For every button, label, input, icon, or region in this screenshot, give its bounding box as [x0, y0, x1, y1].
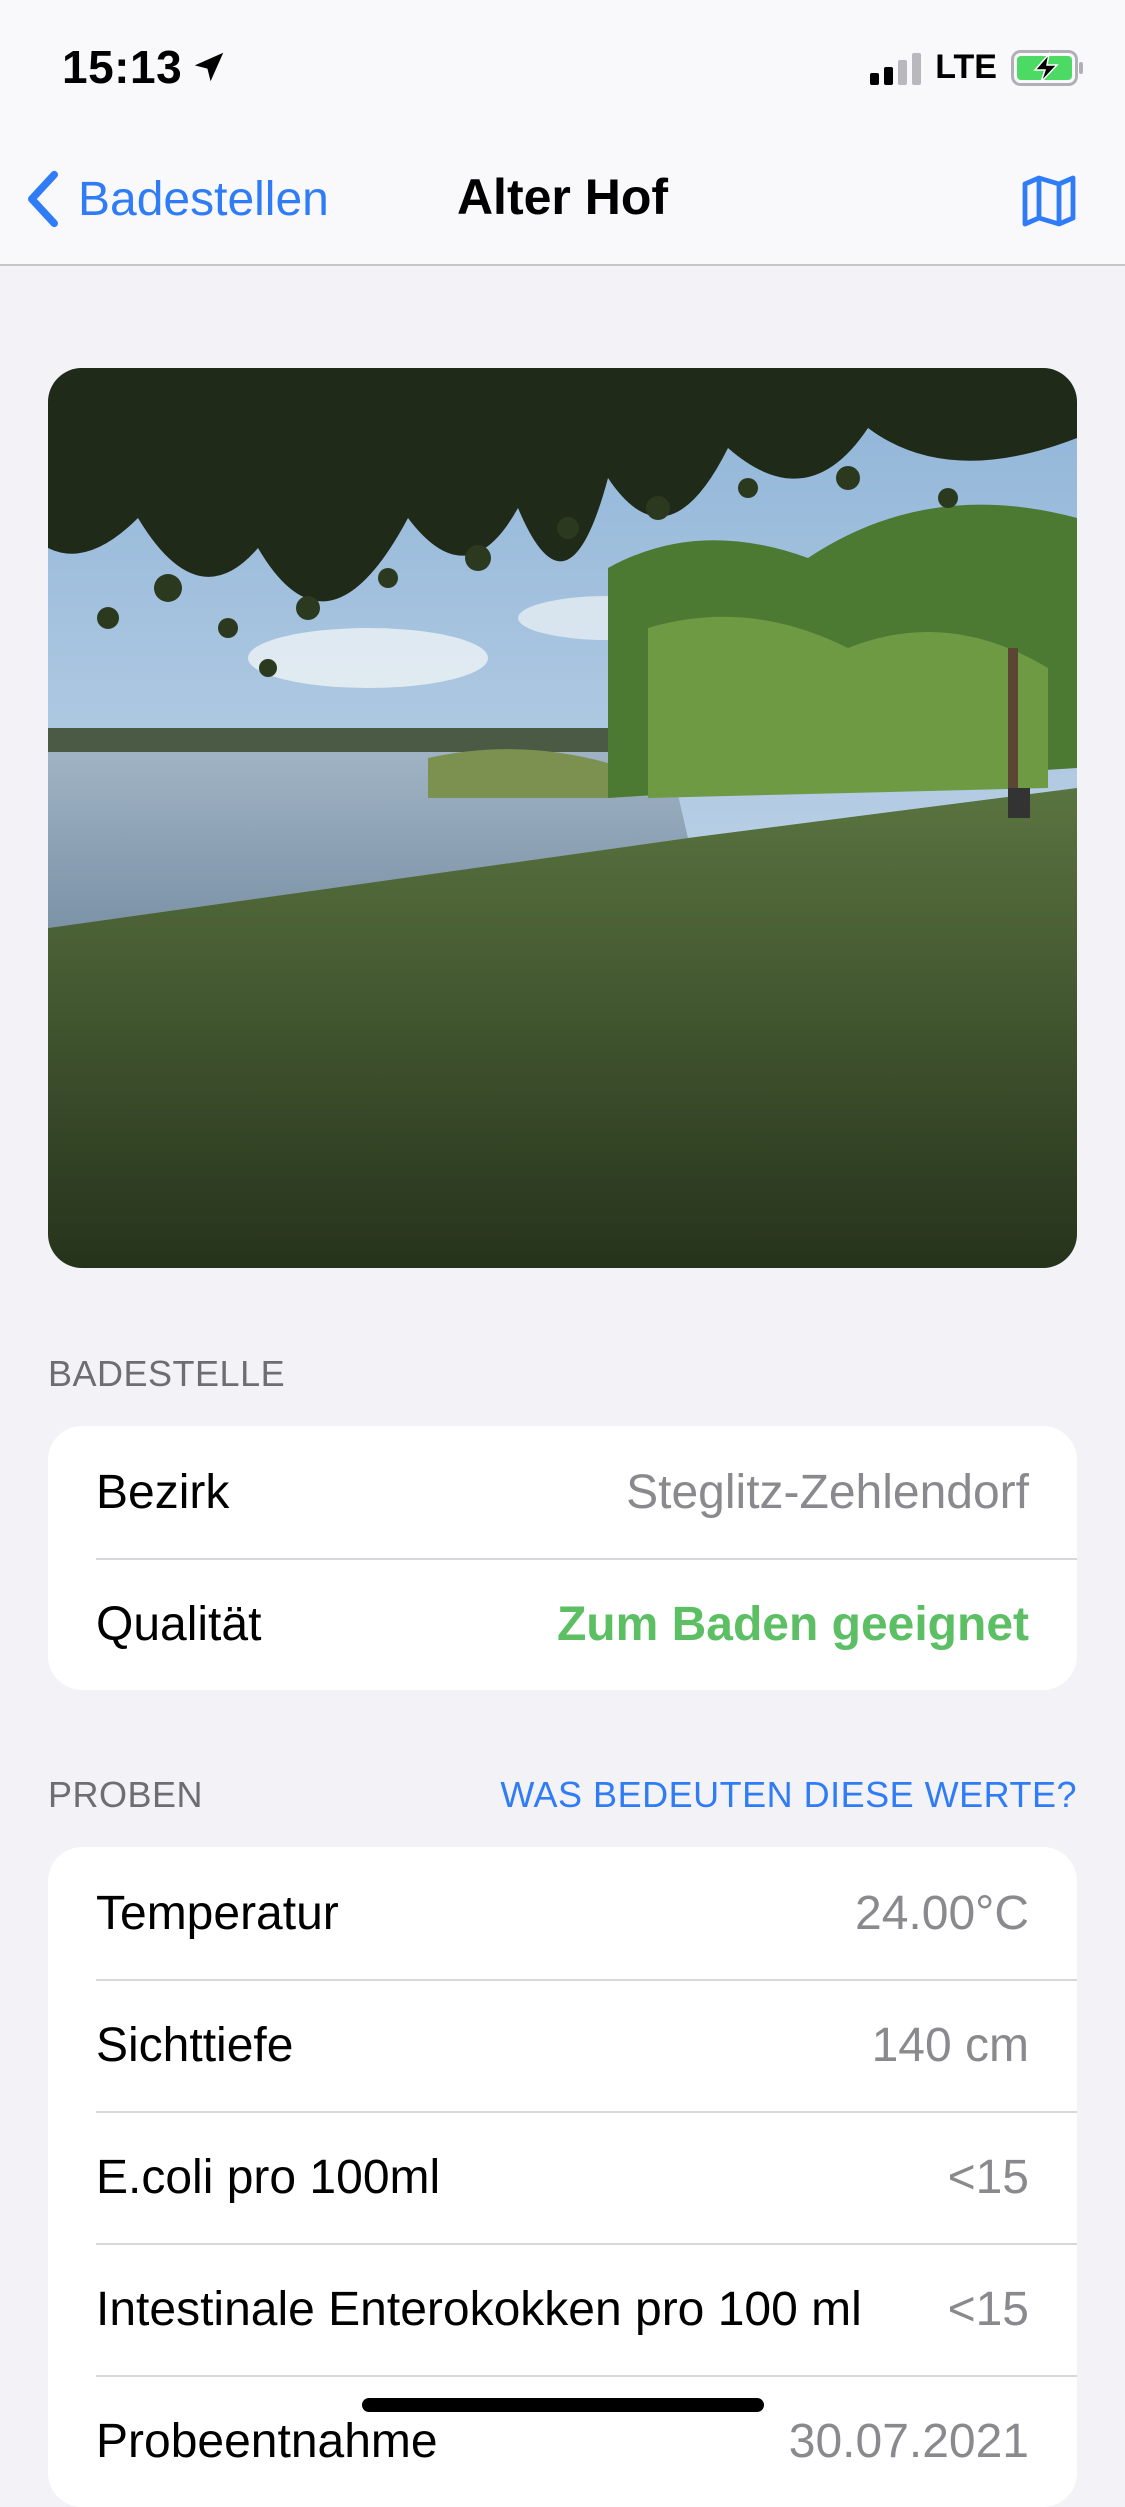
row-label: Bezirk [96, 1465, 230, 1519]
home-indicator[interactable] [362, 2398, 764, 2412]
navigation-bar: Badestellen Alter Hof [0, 136, 1125, 266]
values-info-link[interactable]: WAS BEDEUTEN DIESE WERTE? [500, 1774, 1077, 1816]
row-label: Qualität [96, 1597, 262, 1651]
row-sichttiefe: Sichttiefe 140 cm [48, 1979, 1077, 2111]
section-title-proben: PROBEN [48, 1774, 204, 1815]
network-type: LTE [935, 48, 997, 86]
row-label: Sichttiefe [96, 2018, 294, 2072]
status-time: 15:13 [62, 40, 228, 94]
quality-status: Zum Baden geeignet [556, 1597, 1029, 1651]
row-value: 30.07.2021 [788, 2414, 1029, 2468]
row-value: 140 cm [871, 2018, 1029, 2072]
status-bar: 15:13 LTE [0, 0, 1125, 136]
row-enterokokken: Intestinale Enterokokken pro 100 ml <15 [48, 2243, 1077, 2375]
section-title-badestelle: BADESTELLE [48, 1353, 286, 1394]
location-arrow-icon [194, 52, 224, 82]
row-label: E.coli pro 100ml [96, 2150, 441, 2204]
page-title: Alter Hof [456, 169, 669, 225]
status-time-text: 15:13 [62, 41, 183, 93]
row-qualitaet: Qualität Zum Baden geeignet [48, 1558, 1077, 1690]
status-indicators: LTE [870, 48, 1085, 87]
row-label: Probeentnahme [96, 2414, 438, 2468]
row-probeentnahme: Probeentnahme 30.07.2021 [48, 2375, 1077, 2507]
row-value: <15 [947, 2282, 1029, 2336]
badestelle-photo [48, 368, 1077, 1268]
section-header-proben: PROBEN WAS BEDEUTEN DIESE WERTE? [48, 1774, 1077, 1816]
row-label: Intestinale Enterokokken pro 100 ml [96, 2282, 862, 2336]
row-temperatur: Temperatur 24.00°C [48, 1847, 1077, 1979]
signal-icon [870, 51, 922, 85]
row-bezirk: Bezirk Steglitz-Zehlendorf [48, 1426, 1077, 1558]
badestelle-group: Bezirk Steglitz-Zehlendorf Qualität Zum … [48, 1426, 1077, 1690]
section-header-badestelle: BADESTELLE [48, 1353, 1077, 1395]
row-value: 24.00°C [855, 1886, 1029, 1940]
row-value: Steglitz-Zehlendorf [626, 1465, 1029, 1519]
battery-charging-icon [1011, 49, 1083, 86]
row-label: Temperatur [96, 1886, 339, 1940]
row-ecoli: E.coli pro 100ml <15 [48, 2111, 1077, 2243]
map-icon[interactable] [1019, 170, 1079, 230]
row-value: <15 [947, 2150, 1029, 2204]
